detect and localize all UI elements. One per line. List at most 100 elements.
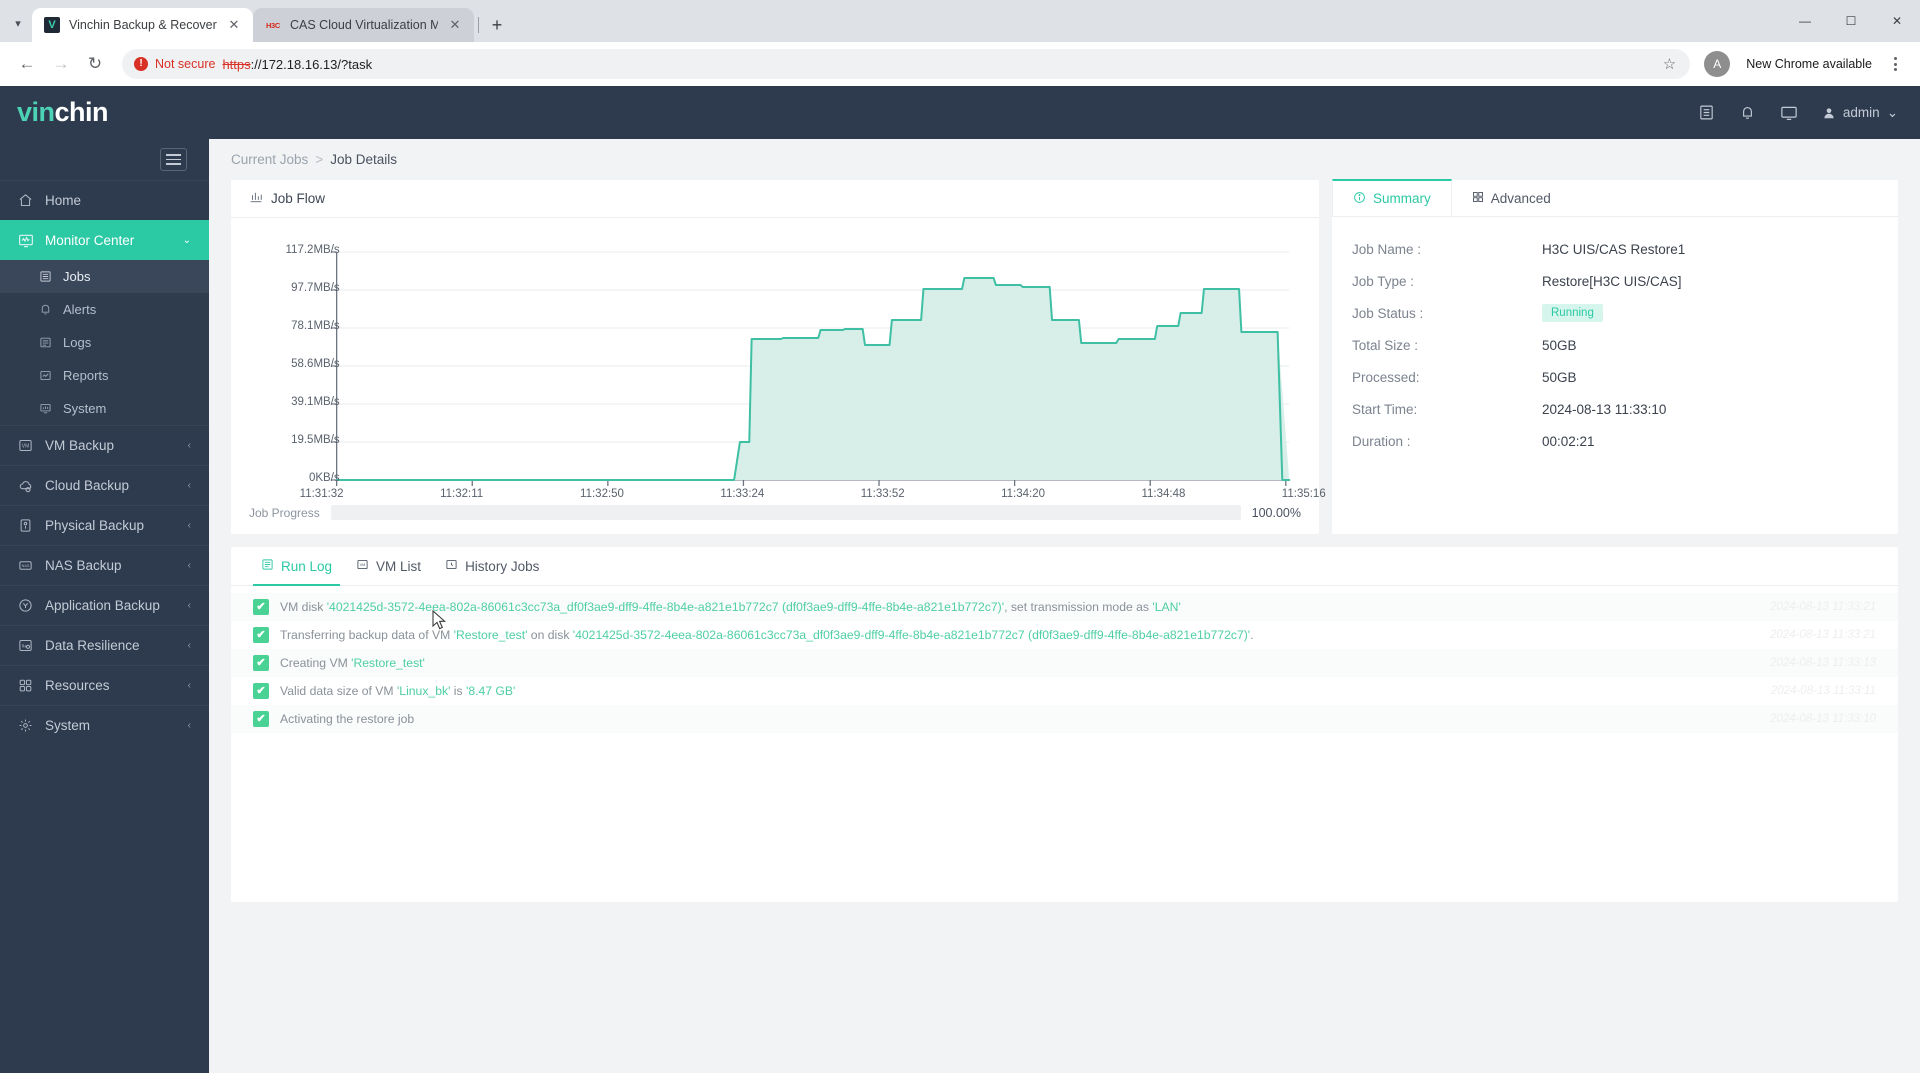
sidebar-item-logs[interactable]: Logs: [0, 326, 209, 359]
new-tab-button[interactable]: +: [483, 11, 511, 39]
list-icon[interactable]: [1698, 104, 1715, 121]
summary-key: Job Type :: [1352, 273, 1415, 289]
browser-tab-1[interactable]: H3C CAS Cloud Virtualization Ma ✕: [253, 8, 474, 42]
chrome-update-label[interactable]: New Chrome available: [1746, 57, 1872, 71]
tab-vm-list[interactable]: VM VM List: [344, 547, 433, 585]
server-icon: [17, 518, 34, 533]
bell-icon[interactable]: [1739, 104, 1756, 121]
log-timestamp: 2024-08-13 11:33:21: [1770, 601, 1876, 613]
sidebar-item-home-label: Home: [45, 193, 82, 208]
profile-avatar[interactable]: A: [1704, 51, 1731, 77]
bookmark-star-icon[interactable]: ☆: [1663, 55, 1676, 73]
close-window-button[interactable]: ✕: [1874, 0, 1920, 42]
sidebar-item-vm-backup-label: VM Backup: [45, 438, 115, 453]
sidebar-item-system[interactable]: System ‹: [0, 705, 209, 745]
tab-run-log-label: Run Log: [281, 558, 333, 574]
tab-summary[interactable]: Summary: [1332, 179, 1452, 216]
log-row: ✔ Valid data size of VM 'Linux_bk' is '8…: [231, 677, 1898, 705]
tab-advanced-label: Advanced: [1490, 190, 1551, 206]
sidebar-collapse-row: [0, 139, 209, 180]
sidebar-item-system-monitor-label: System: [63, 401, 107, 416]
app-icon: [17, 598, 34, 613]
summary-row-job-status: Job Status : Running: [1352, 297, 1898, 329]
jobs-icon: [38, 270, 53, 283]
sidebar-item-vm-backup[interactable]: VM VM Backup ‹: [0, 425, 209, 465]
address-bar[interactable]: ! Not secure https://172.18.16.13/?task …: [122, 49, 1691, 79]
close-tab-1-icon[interactable]: ✕: [447, 17, 463, 33]
breadcrumb-current: Job Details: [330, 152, 397, 167]
nas-icon: NAS: [17, 558, 34, 573]
security-label: Not secure: [155, 57, 216, 71]
minimize-button[interactable]: —: [1782, 0, 1828, 42]
summary-key: Total Size :: [1352, 337, 1419, 353]
avatar: [1824, 107, 1834, 118]
grid-icon: [1472, 191, 1484, 206]
sidebar-item-alerts[interactable]: Alerts: [0, 293, 209, 326]
sidebar-item-application-backup-label: Application Backup: [45, 598, 160, 613]
user-menu[interactable]: admin ⌄: [1822, 105, 1898, 121]
sidebar-toggle-button[interactable]: [160, 148, 187, 171]
sidebar-item-home[interactable]: Home: [0, 180, 209, 220]
chevron-right-icon: ‹: [187, 600, 191, 611]
home-icon: [17, 193, 34, 208]
sidebar-item-physical-backup[interactable]: Physical Backup ‹: [0, 505, 209, 545]
sidebar-item-reports[interactable]: Reports: [0, 359, 209, 392]
chart-area-fill: [336, 278, 1290, 480]
log-panel: Run Log VM VM List History Jobs ✔ VM dis…: [231, 547, 1898, 902]
sidebar-item-monitor-center[interactable]: Monitor Center ⌄: [0, 220, 209, 260]
content-area: Current Jobs > Job Details Job Flow 117.…: [209, 139, 1920, 1073]
check-icon: ✔: [253, 683, 269, 699]
tab-history-jobs[interactable]: History Jobs: [433, 547, 551, 585]
sidebar-item-jobs[interactable]: Jobs: [0, 260, 209, 293]
chevron-right-icon: ‹: [187, 480, 191, 491]
info-icon: [1353, 191, 1366, 207]
browser-tab-0-title: Vinchin Backup & Recovery: [69, 18, 217, 32]
sidebar-item-cloud-backup[interactable]: Cloud Backup ‹: [0, 465, 209, 505]
back-icon[interactable]: ←: [12, 49, 42, 79]
chevron-right-icon: ‹: [187, 680, 191, 691]
browser-toolbar: ← → ↻ ! Not secure https://172.18.16.13/…: [0, 42, 1920, 86]
sidebar: vin chin Home Monitor Center ⌄ Jobs Aler…: [0, 86, 209, 1073]
forward-icon[interactable]: →: [46, 49, 76, 79]
tab-summary-label: Summary: [1373, 191, 1431, 206]
browser-tab-0[interactable]: V Vinchin Backup & Recovery ✕: [32, 8, 253, 42]
reload-icon[interactable]: ↻: [80, 49, 110, 79]
close-tab-0-icon[interactable]: ✕: [226, 17, 242, 33]
sidebar-item-system-monitor[interactable]: System: [0, 392, 209, 425]
not-secure-icon: !: [134, 57, 148, 71]
tab-run-log[interactable]: Run Log: [249, 547, 344, 586]
browser-tab-bar: ▾ V Vinchin Backup & Recovery ✕ H3C CAS …: [0, 0, 1920, 42]
summary-value: 50GB: [1542, 337, 1577, 353]
tab-search-chevron-icon[interactable]: ▾: [4, 6, 32, 40]
vinchin-logo: vin chin: [0, 86, 209, 139]
alerts-icon: [38, 303, 53, 316]
sidebar-item-data-resilience[interactable]: Data Resilience ‹: [0, 625, 209, 665]
maximize-button[interactable]: ☐: [1828, 0, 1874, 42]
tab-vm-list-label: VM List: [376, 558, 422, 574]
summary-value: 00:02:21: [1542, 433, 1595, 449]
vinchin-favicon-icon: V: [44, 17, 60, 33]
sidebar-item-nas-backup[interactable]: NAS NAS Backup ‹: [0, 545, 209, 585]
chevron-right-icon: ‹: [187, 520, 191, 531]
chrome-menu-icon[interactable]: [1882, 57, 1908, 71]
chevron-right-icon: ‹: [187, 440, 191, 451]
sidebar-item-jobs-label: Jobs: [63, 269, 91, 284]
tab-advanced[interactable]: Advanced: [1452, 180, 1571, 216]
gear-icon: [17, 718, 34, 733]
log-message: Creating VM 'Restore_test': [280, 656, 425, 670]
summary-row-duration: Duration : 00:02:21: [1352, 425, 1898, 457]
sidebar-item-application-backup[interactable]: Application Backup ‹: [0, 585, 209, 625]
summary-value: 50GB: [1542, 369, 1577, 385]
summary-value: Restore[H3C UIS/CAS]: [1542, 273, 1682, 289]
main-area: admin ⌄ Current Jobs > Job Details Job F…: [209, 86, 1920, 1073]
monitor-icon[interactable]: [1780, 104, 1798, 122]
sidebar-item-resources[interactable]: Resources ‹: [0, 665, 209, 705]
breadcrumb-parent[interactable]: Current Jobs: [231, 152, 308, 167]
log-row: ✔ VM disk '4021425d-3572-4eea-802a-86061…: [231, 593, 1898, 621]
throughput-area-chart: [330, 251, 1301, 486]
summary-row-job-type: Job Type : Restore[H3C UIS/CAS]: [1352, 265, 1898, 297]
summary-key: Duration :: [1352, 433, 1411, 449]
sidebar-item-reports-label: Reports: [63, 368, 109, 383]
summary-value: 2024-08-13 11:33:10: [1542, 401, 1667, 417]
summary-key: Start Time:: [1352, 401, 1418, 417]
